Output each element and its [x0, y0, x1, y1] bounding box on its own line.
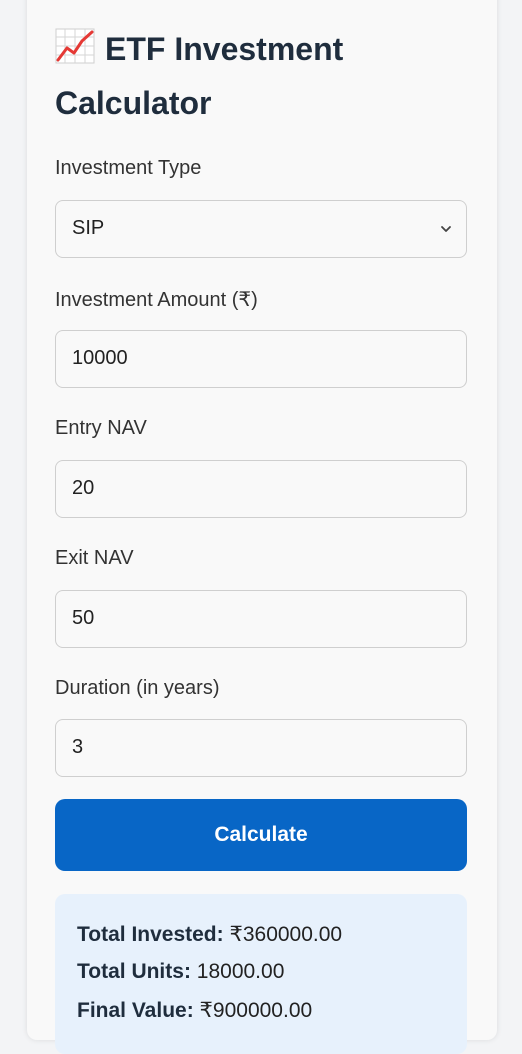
calculate-button[interactable]: Calculate	[55, 799, 467, 871]
total-invested-value: ₹360000.00	[229, 923, 343, 946]
total-invested-label: Total Invested:	[77, 923, 224, 946]
total-units-label: Total Units:	[77, 960, 191, 983]
final-value-label: Final Value:	[77, 999, 194, 1022]
entry-nav-value: 20	[72, 477, 95, 499]
duration-label: Duration (in years)	[55, 677, 220, 699]
exit-nav-label: Exit NAV	[55, 547, 134, 569]
duration-value: 3	[72, 736, 84, 758]
investment-type-value: SIP	[72, 217, 105, 239]
exit-nav-value: 50	[72, 607, 95, 629]
entry-nav-input[interactable]: 20	[55, 460, 467, 518]
entry-nav-label: Entry NAV	[55, 417, 147, 439]
chevron-down-icon	[441, 226, 451, 232]
investment-amount-value: 10000	[72, 347, 128, 369]
total-invested-row: Total Invested: ₹360000.00	[77, 922, 342, 947]
results-panel: Total Invested: ₹360000.00 Total Units: …	[55, 894, 467, 1054]
title-text: ETF Investment Calculator	[55, 31, 344, 121]
investment-type-label: Investment Type	[55, 157, 202, 179]
investment-type-select[interactable]: SIP	[55, 200, 467, 258]
total-units-row: Total Units: 18000.00	[77, 960, 284, 984]
duration-input[interactable]: 3	[55, 719, 467, 777]
chart-increasing-icon	[55, 28, 95, 64]
page-title: ETF Investment Calculator	[55, 22, 475, 130]
calculator-card	[27, 0, 497, 1040]
final-value-value: ₹900000.00	[199, 999, 313, 1022]
final-value-row: Final Value: ₹900000.00	[77, 998, 312, 1023]
exit-nav-input[interactable]: 50	[55, 590, 467, 648]
investment-amount-input[interactable]: 10000	[55, 330, 467, 388]
investment-amount-label: Investment Amount (₹)	[55, 289, 258, 311]
total-units-value: 18000.00	[196, 960, 285, 983]
